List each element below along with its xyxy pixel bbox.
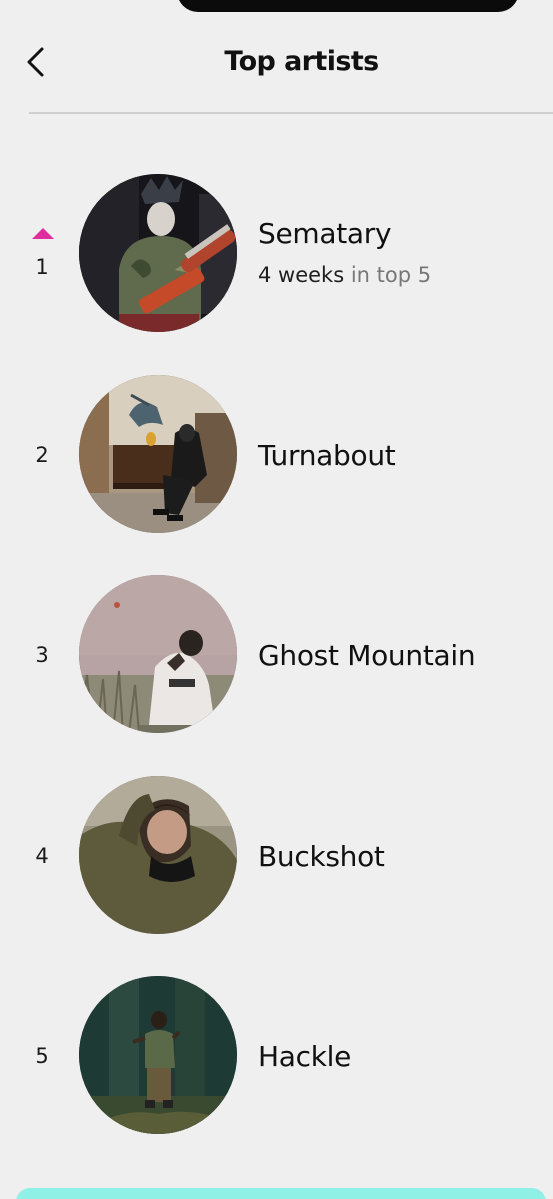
bottom-action-bar[interactable] (16, 1188, 546, 1199)
artist-avatar (79, 976, 237, 1134)
artist-info: Ghost Mountain (258, 556, 548, 756)
rank-number: 2 (35, 442, 49, 467)
rank-number: 3 (35, 643, 49, 667)
artist-info: Sematary 4 weeks in top 5 (258, 155, 548, 355)
artist-name: Hackle (258, 1040, 352, 1073)
artist-row[interactable]: 2 Turnabout (0, 356, 553, 557)
artist-streak: 4 weeks in top 5 (258, 263, 431, 287)
header-divider (29, 112, 553, 114)
rank-number: 4 (35, 843, 49, 868)
rank-column: 5 (22, 957, 62, 1157)
artist-row[interactable]: 1 Sematary 4 weeks in top 5 (0, 155, 553, 356)
rank-column: 3 (22, 556, 62, 756)
rank-column: 1 (22, 155, 62, 355)
rank-column: 4 (22, 757, 62, 957)
artist-info: Hackle (258, 957, 548, 1157)
artist-name: Turnabout (258, 438, 396, 472)
artist-avatar (79, 575, 237, 733)
top-artists-screen: Top artists 1 Sematary 4 weeks in top 5 … (0, 0, 553, 1199)
rank-number: 1 (35, 255, 49, 279)
artist-info: Buckshot (258, 757, 548, 957)
page-title: Top artists (224, 46, 379, 77)
artist-name: Ghost Mountain (258, 639, 476, 672)
artist-info: Turnabout (258, 356, 548, 556)
artist-name: Buckshot (258, 839, 385, 873)
rank-column: 2 (22, 356, 62, 556)
header: Top artists (0, 30, 553, 94)
artist-avatar (79, 174, 237, 332)
rank-number: 5 (35, 1044, 49, 1068)
trend-up-icon (32, 228, 54, 239)
artist-avatar (79, 374, 237, 533)
artist-name: Sematary (258, 217, 392, 250)
artist-avatar (79, 775, 237, 934)
streak-weeks: 4 weeks (258, 263, 345, 287)
artist-list: 1 Sematary 4 weeks in top 5 2 Turnabout … (0, 155, 553, 1158)
artist-row[interactable]: 4 Buckshot (0, 757, 553, 958)
device-notch (177, 0, 519, 12)
artist-row[interactable]: 3 Ghost Mountain (0, 556, 553, 757)
streak-label: in top 5 (350, 263, 432, 287)
artist-row[interactable]: 5 Hackle (0, 957, 553, 1158)
